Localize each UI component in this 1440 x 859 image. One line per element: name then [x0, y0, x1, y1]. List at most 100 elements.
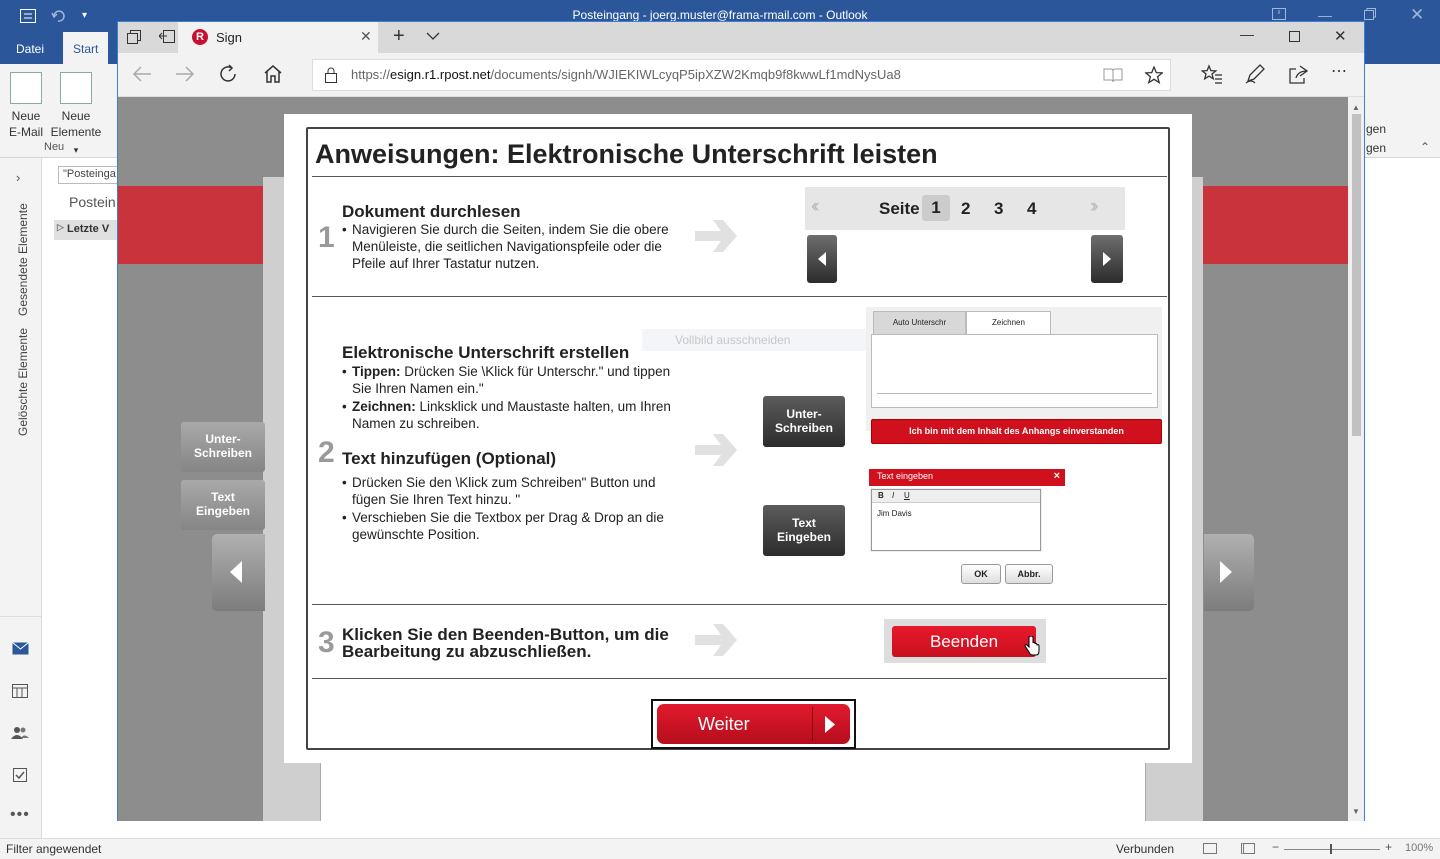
- back-icon[interactable]: [132, 65, 152, 83]
- last-page-icon[interactable]: ››: [1090, 196, 1098, 218]
- url-input[interactable]: https://esign.r1.rpost.net/documents/sig…: [312, 59, 1171, 91]
- zoom-level: 100%: [1405, 842, 1434, 854]
- url-host: esign.r1.rpost.net: [390, 67, 491, 82]
- tab-actions-icon[interactable]: [127, 30, 141, 44]
- divider: [312, 176, 1167, 177]
- share-icon[interactable]: [1288, 64, 1308, 84]
- header-band-left: [118, 186, 263, 264]
- collapse-ribbon-icon[interactable]: ⌃: [1420, 140, 1430, 154]
- more-apps-icon[interactable]: •••: [10, 806, 30, 824]
- favorite-star-icon[interactable]: [1145, 66, 1163, 84]
- outlook-restore-icon[interactable]: [1364, 8, 1376, 20]
- sig-tab-auto[interactable]: Auto Unterschr: [873, 311, 966, 335]
- edge-close-icon[interactable]: ✕: [1334, 27, 1347, 45]
- pager-page-3[interactable]: 3: [994, 199, 1003, 219]
- next-button-label: Weiter: [698, 714, 750, 734]
- status-filter-text: Filter angewendet: [6, 842, 102, 856]
- underline-tool[interactable]: U: [904, 491, 910, 500]
- search-input[interactable]: "Posteinga: [58, 166, 118, 184]
- edge-minimize-icon[interactable]: —: [1240, 26, 1254, 42]
- zoom-slider[interactable]: [1284, 849, 1380, 850]
- scroll-up-icon[interactable]: ▲: [1352, 103, 1360, 112]
- step2-arrow-icon: [693, 428, 739, 472]
- signature-canvas[interactable]: [871, 334, 1158, 408]
- outlook-statusbar: Filter angewendet Verbunden − + 100%: [0, 838, 1440, 859]
- side-sign-button[interactable]: Unter- Schreiben: [181, 422, 265, 472]
- finish-button[interactable]: Beenden: [892, 626, 1036, 657]
- tab-close-icon[interactable]: ✕: [360, 28, 372, 45]
- outlook-close-icon[interactable]: ✕: [1410, 5, 1424, 25]
- new-email-icon: [10, 72, 42, 104]
- text-dialog-value: Jim Davis: [877, 509, 912, 518]
- step2-bullet-2-label: Zeichnen:: [352, 399, 416, 414]
- edge-tab-bar: R Sign ✕ + — ✕: [118, 22, 1364, 53]
- people-icon[interactable]: [11, 726, 29, 740]
- text-cancel-button[interactable]: Abbr.: [1005, 564, 1053, 584]
- rpost-favicon-icon: R: [192, 29, 208, 45]
- first-page-icon[interactable]: ‹‹: [811, 196, 819, 218]
- scroll-down-icon[interactable]: ▼: [1352, 807, 1360, 816]
- reading-view-icon[interactable]: [1103, 67, 1123, 83]
- set-tabs-aside-icon[interactable]: [159, 30, 175, 44]
- outlook-window-title: Posteingang - joerg.muster@frama-rmail.c…: [572, 8, 868, 22]
- folder-pane: "Posteinga Postein ▷ Letzte V: [42, 158, 118, 838]
- pager-page-4[interactable]: 4: [1027, 199, 1036, 219]
- new-tab-icon[interactable]: +: [393, 25, 405, 48]
- ribbon-display-icon[interactable]: [1272, 8, 1286, 20]
- text-dialog-title: Text eingeben ×: [869, 469, 1065, 486]
- new-email-button[interactable]: Neue E-Mail: [0, 70, 52, 140]
- page-prev-arrow[interactable]: [212, 534, 265, 611]
- home-icon[interactable]: [263, 64, 283, 83]
- reading-view-icon[interactable]: [1241, 843, 1255, 854]
- refresh-icon[interactable]: [219, 64, 239, 84]
- demo-next-button[interactable]: [1091, 235, 1123, 283]
- forward-icon[interactable]: [175, 65, 195, 83]
- bold-tool[interactable]: B: [878, 491, 884, 500]
- nav-sent-items[interactable]: Gesendete Elemente: [16, 203, 30, 316]
- sig-tab-draw[interactable]: Zeichnen: [966, 311, 1051, 335]
- expand-folder-pane-icon[interactable]: ›: [16, 170, 20, 185]
- pager-page-2[interactable]: 2: [961, 199, 970, 219]
- demo-text-button[interactable]: Text Eingeben: [763, 505, 845, 556]
- text-dialog-title-text: Text eingeben: [877, 471, 934, 481]
- calendar-icon[interactable]: [12, 684, 28, 698]
- zoom-in-icon[interactable]: +: [1385, 840, 1392, 854]
- text-ok-button[interactable]: OK: [961, 564, 1001, 584]
- browser-tab-sign[interactable]: R Sign ✕: [178, 22, 378, 53]
- tab-list-icon[interactable]: [426, 31, 440, 41]
- tasks-icon[interactable]: [13, 766, 27, 782]
- signature-preview: Auto Unterschr Zeichnen: [866, 307, 1162, 431]
- demo-sign-button[interactable]: Unter- Schreiben: [763, 396, 845, 447]
- next-button[interactable]: Weiter: [657, 704, 850, 744]
- favorites-hub-icon[interactable]: [1201, 64, 1223, 84]
- agree-button[interactable]: Ich bin mit dem Inhalt des Anhangs einve…: [871, 419, 1162, 444]
- page-next-arrow[interactable]: [1204, 534, 1254, 611]
- nav-deleted-items[interactable]: Gelöschte Elemente: [16, 328, 30, 436]
- mail-icon[interactable]: [12, 642, 29, 655]
- edge-maximize-icon[interactable]: [1289, 31, 1300, 42]
- text-dialog-close-icon[interactable]: ×: [1054, 470, 1060, 482]
- new-email-label-1: Neue: [11, 109, 41, 123]
- demo-prev-button[interactable]: [807, 235, 837, 283]
- scrollbar-thumb[interactable]: [1352, 114, 1361, 436]
- pager-label: Seite: [879, 199, 920, 218]
- normal-view-icon[interactable]: [1203, 843, 1217, 854]
- more-menu-icon[interactable]: ⋯: [1331, 61, 1348, 81]
- side-text-button[interactable]: Text Eingeben: [181, 480, 265, 530]
- tab-start[interactable]: Start: [63, 32, 109, 64]
- vertical-scrollbar[interactable]: ▲ ▼: [1348, 97, 1364, 821]
- step1-bullet: • Navigieren Sie durch die Seiten, indem …: [342, 222, 669, 271]
- zoom-slider-thumb[interactable]: [1330, 844, 1332, 854]
- web-note-pen-icon[interactable]: [1245, 64, 1265, 84]
- ribbon-right-text-1: gen: [1366, 122, 1387, 136]
- pager-page-1[interactable]: 1: [922, 195, 950, 221]
- folder-item-recent[interactable]: ▷ Letzte V: [54, 220, 118, 240]
- step2-bullet-1: • Tippen: Drücken Sie \Klick für Untersch…: [342, 364, 671, 396]
- text-dialog-editor[interactable]: B I U Jim Davis: [871, 489, 1041, 551]
- zoom-out-icon[interactable]: −: [1272, 840, 1279, 854]
- step1-arrow-icon: [693, 214, 739, 258]
- modal-title: Anweisungen: Elektronische Unterschrift …: [315, 139, 938, 169]
- step2-number: 2: [318, 436, 335, 469]
- tab-datei[interactable]: Datei: [6, 32, 54, 64]
- italic-tool[interactable]: I: [892, 491, 894, 500]
